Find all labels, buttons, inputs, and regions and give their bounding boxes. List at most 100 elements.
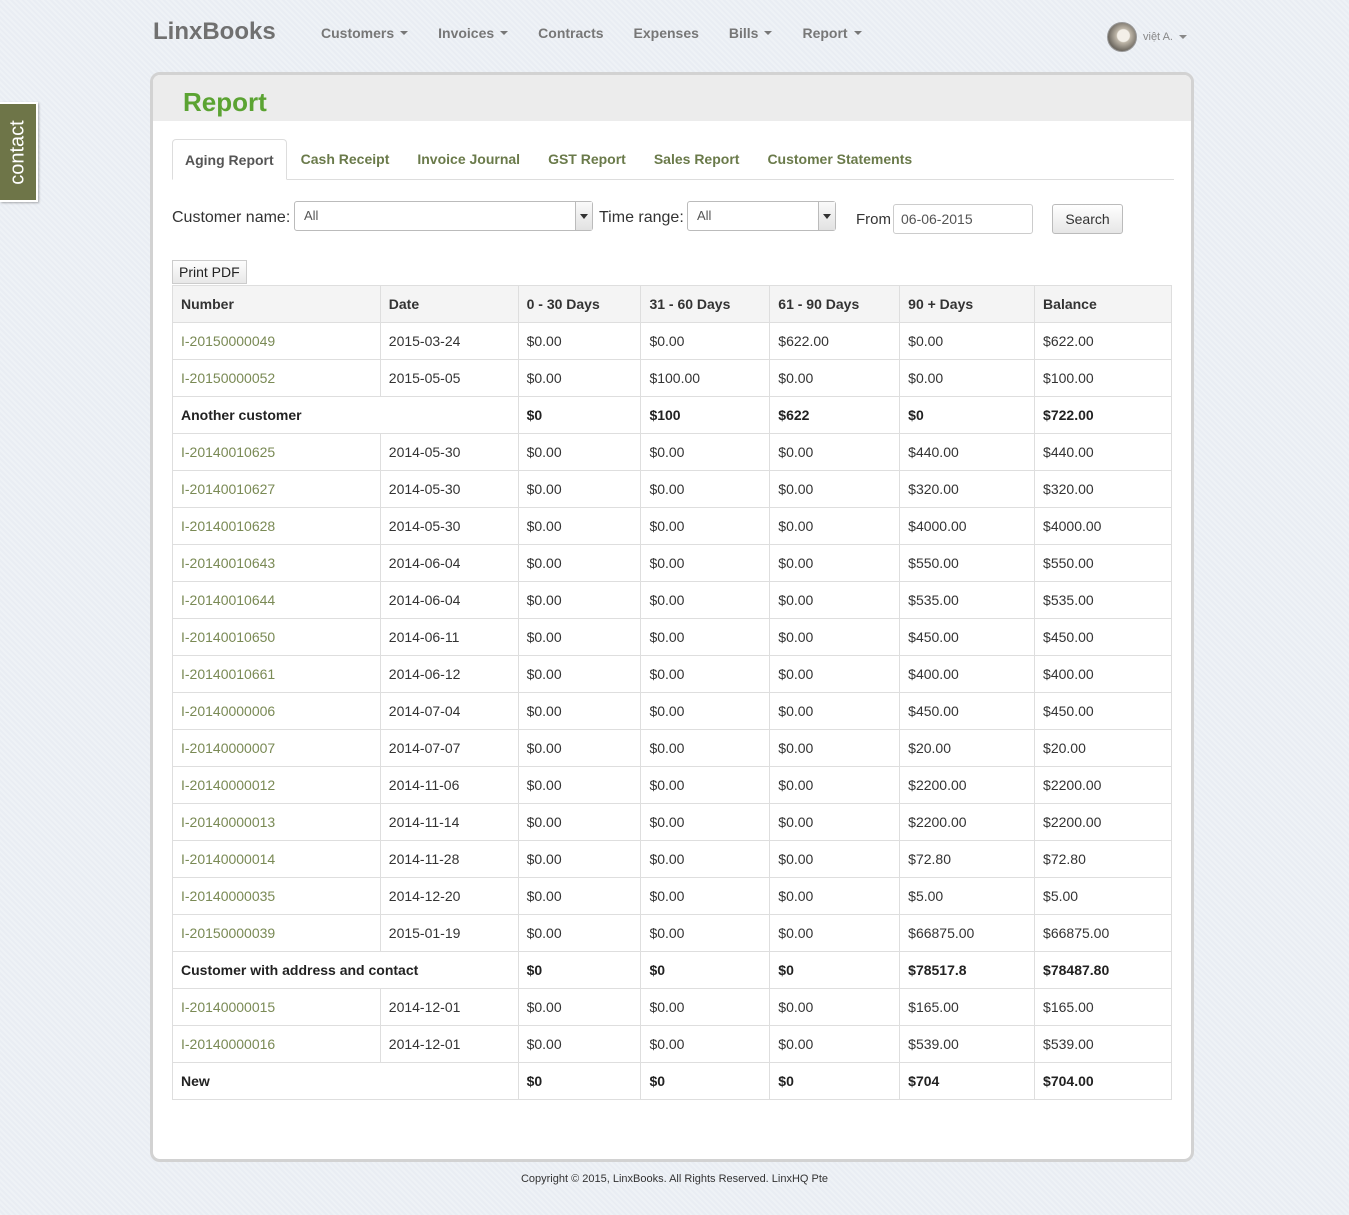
amount-cell: $0.00 [517,470,642,508]
nav-item-customers[interactable]: Customers [321,25,409,41]
invoice-link[interactable]: I-20150000049 [181,333,275,349]
tab-aging-report[interactable]: Aging Report [172,139,287,180]
nav-item-invoices[interactable]: Invoices [438,25,509,41]
invoice-link[interactable]: I-20140000007 [181,740,275,756]
total-cell: $0 [517,396,642,434]
nav-item-report[interactable]: Report [802,25,862,41]
date-cell: 2014-06-12 [379,655,519,693]
tab-customer-statements[interactable]: Customer Statements [753,139,926,179]
total-cell: $78487.80 [1034,951,1172,989]
invoice-number-cell: I-20140010650 [172,618,381,656]
nav-item-contracts[interactable]: Contracts [538,25,603,41]
chevron-down-icon [853,31,862,35]
invoice-link[interactable]: I-20140000015 [181,999,275,1015]
amount-cell: $0.00 [517,581,642,619]
invoice-number-cell: I-20140000006 [172,692,381,730]
amount-cell: $400.00 [899,655,1036,693]
date-cell: 2014-07-04 [379,692,519,730]
amount-cell: $550.00 [899,544,1036,582]
amount-cell: $440.00 [899,433,1036,471]
amount-cell: $535.00 [1034,581,1172,619]
invoice-link[interactable]: I-20140000016 [181,1036,275,1052]
nav-item-expenses[interactable]: Expenses [634,25,699,41]
invoice-link[interactable]: I-20140010650 [181,629,275,645]
table-row: I-20140010643 2014-06-04 $0.00 $0.00 $0.00 $5… [172,544,1172,582]
customer-name-value: All [304,208,319,223]
nav-item-bills[interactable]: Bills [729,25,773,41]
table-row: I-20140000016 2014-12-01 $0.00 $0.00 $0.00 $5… [172,1025,1172,1063]
tab-invoice-journal[interactable]: Invoice Journal [403,139,534,179]
invoice-link[interactable]: I-20140000006 [181,703,275,719]
tab-cash-receipt[interactable]: Cash Receipt [287,139,404,179]
table-body: I-20150000049 2015-03-24 $0.00 $0.00 $622.00… [172,322,1172,1100]
date-cell: 2014-11-28 [379,840,519,878]
amount-cell: $0.00 [769,914,901,952]
amount-cell: $0.00 [769,655,901,693]
invoice-number-cell: I-20140000015 [172,988,381,1026]
invoice-number-cell: I-20140010628 [172,507,381,545]
invoice-link[interactable]: I-20140000013 [181,814,275,830]
brand-logo[interactable]: LinxBooks [153,18,276,46]
date-cell: 2014-12-01 [379,988,519,1026]
table-row: I-20140000015 2014-12-01 $0.00 $0.00 $0.00 $1… [172,988,1172,1026]
invoice-link[interactable]: I-20140010625 [181,444,275,460]
table-header-row: Number Date 0 - 30 Days 31 - 60 Days 61 - 90… [172,285,1172,323]
user-menu[interactable]: việt A. [1107,22,1187,52]
customer-total-row: Customer with address and contact $0 $0 $0 $… [172,951,1172,989]
invoice-link[interactable]: I-20140010628 [181,518,275,534]
invoice-number-cell: I-20140000035 [172,877,381,915]
invoice-link[interactable]: I-20140010661 [181,666,275,682]
amount-cell: $0.00 [517,840,642,878]
invoice-number-cell: I-20140000012 [172,766,381,804]
amount-cell: $0.00 [640,581,771,619]
amount-cell: $0.00 [899,322,1036,360]
date-cell: 2014-12-20 [379,877,519,915]
amount-cell: $66875.00 [1034,914,1172,952]
amount-cell: $0.00 [640,766,771,804]
from-date-input[interactable] [893,204,1033,234]
tab-gst-report[interactable]: GST Report [534,139,640,179]
amount-cell: $0.00 [640,618,771,656]
invoice-link[interactable]: I-20140010644 [181,592,275,608]
nav-item-label: Expenses [633,25,699,41]
invoice-link[interactable]: I-20140000012 [181,777,275,793]
column-header: 0 - 30 Days [517,285,642,323]
chevron-down-icon [1178,35,1187,39]
amount-cell: $2200.00 [899,766,1036,804]
date-cell: 2014-05-30 [379,470,519,508]
amount-cell: $5.00 [1034,877,1172,915]
amount-cell: $0.00 [640,655,771,693]
invoice-link[interactable]: I-20140000035 [181,888,275,904]
date-cell: 2014-06-04 [379,581,519,619]
time-range-select[interactable]: All [687,201,836,231]
invoice-link[interactable]: I-20150000052 [181,370,275,386]
nav-item-label: Bills [728,25,759,41]
invoice-link[interactable]: I-20140000014 [181,851,275,867]
amount-cell: $0.00 [517,877,642,915]
amount-cell: $320.00 [1034,470,1172,508]
table-row: I-20140000013 2014-11-14 $0.00 $0.00 $0.00 $2… [172,803,1172,841]
amount-cell: $165.00 [1034,988,1172,1026]
invoice-number-cell: I-20140000016 [172,1025,381,1063]
amount-cell: $550.00 [1034,544,1172,582]
tab-sales-report[interactable]: Sales Report [640,139,754,179]
amount-cell: $0.00 [769,766,901,804]
print-pdf-button[interactable]: Print PDF [172,260,247,284]
amount-cell: $0.00 [640,322,771,360]
amount-cell: $0.00 [640,433,771,471]
invoice-link[interactable]: I-20140010627 [181,481,275,497]
invoice-link[interactable]: I-20140010643 [181,555,275,571]
amount-cell: $2200.00 [899,803,1036,841]
search-button[interactable]: Search [1052,204,1123,234]
invoice-number-cell: I-20140010627 [172,470,381,508]
customer-name-select[interactable]: All [294,201,593,231]
date-cell: 2014-05-30 [379,507,519,545]
customer-name-label: Customer name: [172,209,291,226]
amount-cell: $622.00 [1034,322,1172,360]
total-cell: $622 [769,396,901,434]
amount-cell: $400.00 [1034,655,1172,693]
invoice-link[interactable]: I-20150000039 [181,925,275,941]
contact-tab[interactable]: contact [0,102,38,202]
total-cell: $704.00 [1034,1062,1172,1100]
amount-cell: $72.80 [899,840,1036,878]
